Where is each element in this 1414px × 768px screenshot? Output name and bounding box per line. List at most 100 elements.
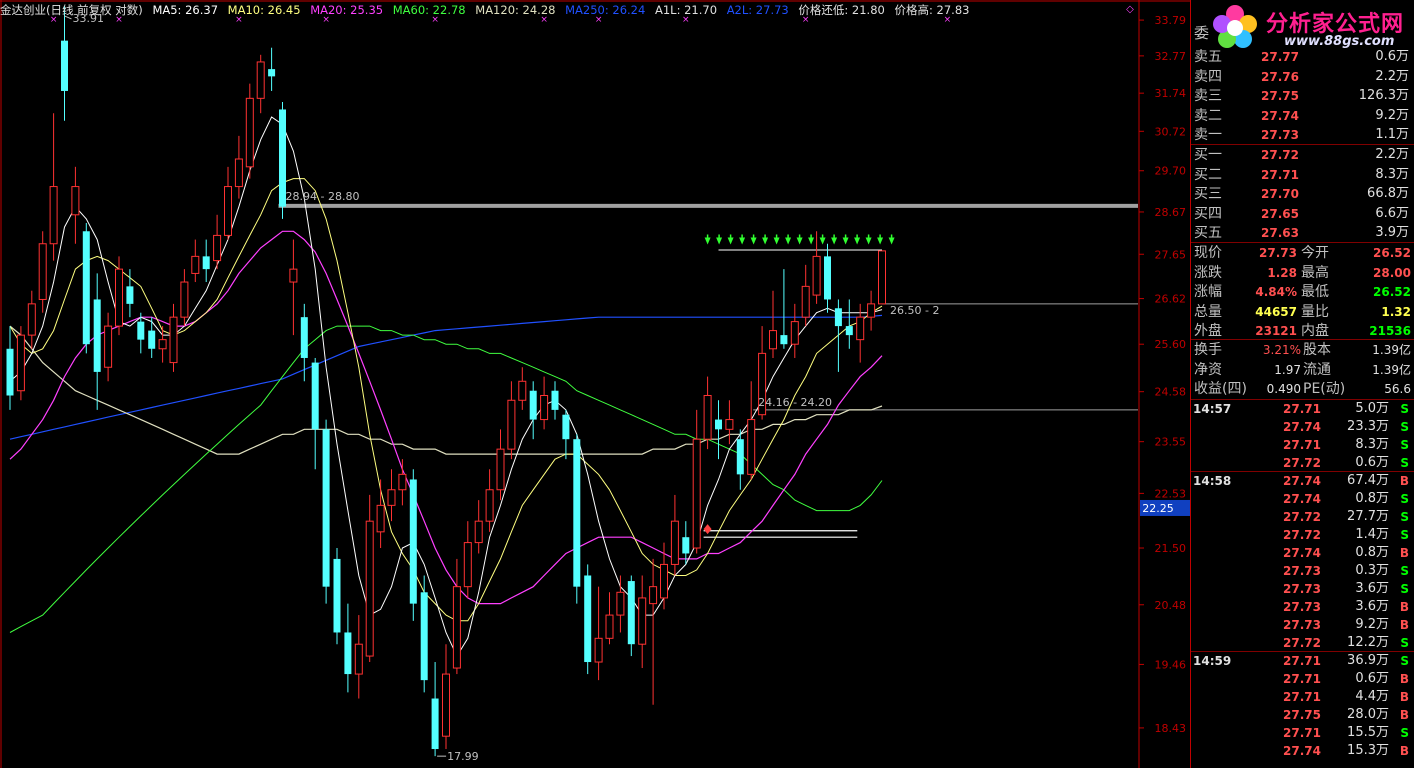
bid-volume: 66.8万 xyxy=(1367,186,1409,201)
ask-label: 卖三 xyxy=(1194,88,1222,104)
candle-body xyxy=(485,489,494,522)
candle-body xyxy=(834,308,842,327)
tick-side: S xyxy=(1400,564,1409,578)
tick-volume: 0.8万 xyxy=(1355,491,1389,506)
quote-label: 最低 xyxy=(1301,284,1329,300)
candle-body xyxy=(725,419,734,430)
quote-value: 28.00 xyxy=(1373,265,1411,280)
tick-price: 27.71 xyxy=(1283,402,1321,416)
ask-volume: 9.2万 xyxy=(1375,107,1409,123)
tick-row: 27.74 15.3万 B xyxy=(1191,742,1414,760)
tick-price: 27.73 xyxy=(1283,600,1321,614)
candle-body xyxy=(180,281,189,318)
tick-price: 27.71 xyxy=(1283,654,1321,668)
candle-body xyxy=(463,542,472,588)
candle-body xyxy=(234,158,243,188)
site-logo: 分析家公式网 www.88gs.com xyxy=(1212,2,1412,54)
candle-body xyxy=(660,563,668,599)
tick-price: 27.71 xyxy=(1283,438,1321,452)
candle-body xyxy=(431,698,439,750)
quote-value: 26.52 xyxy=(1373,246,1411,260)
tick-price: 27.72 xyxy=(1283,528,1321,542)
candle-body xyxy=(148,330,156,349)
fundamental-label: 净资 xyxy=(1194,361,1222,378)
bid-label: 买一 xyxy=(1194,147,1222,163)
candle-body xyxy=(38,243,47,300)
tick-volume: 3.6万 xyxy=(1355,581,1389,596)
ask-label: 卖四 xyxy=(1194,68,1222,85)
candle-body xyxy=(27,303,36,336)
quote-label: 今开 xyxy=(1301,245,1329,261)
tick-side: S xyxy=(1400,420,1409,434)
logo-url[interactable]: www.88gs.com xyxy=(1284,34,1394,49)
candle-body xyxy=(507,399,516,450)
signal-arrow-icon xyxy=(865,237,872,245)
bid-price: 27.63 xyxy=(1261,226,1299,240)
bid-label: 买二 xyxy=(1194,166,1222,183)
tick-side: S xyxy=(1400,402,1409,416)
bid-label: 买五 xyxy=(1194,225,1222,241)
candle-body xyxy=(245,97,254,168)
candle-body xyxy=(387,489,396,506)
tick-price: 27.74 xyxy=(1283,744,1321,758)
current-price-label: 22.25 xyxy=(1142,502,1174,515)
ma60-label: MA60: 22.78 xyxy=(392,3,466,17)
candle-body xyxy=(268,69,276,77)
price-axis-label: 18.43 xyxy=(1155,722,1187,735)
candle-body xyxy=(376,504,385,533)
candle-body xyxy=(715,419,722,430)
candle-body xyxy=(126,286,134,304)
price-axis-label: 21.50 xyxy=(1155,542,1187,555)
tick-time: 14:57 xyxy=(1193,402,1232,416)
tick-row: 27.74 23.3万 S xyxy=(1191,418,1414,436)
tick-price: 27.75 xyxy=(1283,708,1321,722)
fundamental-label: 换手 xyxy=(1194,342,1222,358)
candle-body xyxy=(322,429,330,587)
candle-body xyxy=(93,299,101,372)
fundamental-value: 1.39亿 xyxy=(1372,343,1411,357)
tick-volume: 5.0万 xyxy=(1355,401,1389,416)
bid-volume: 8.3万 xyxy=(1375,166,1409,182)
tick-row: 14:58 27.74 67.4万 B xyxy=(1191,472,1414,490)
band-label: 28.94 - 28.80 xyxy=(286,190,360,203)
price-axis-label: 29.70 xyxy=(1155,165,1187,178)
tick-time: 14:58 xyxy=(1193,474,1232,488)
candle-body xyxy=(213,234,222,262)
flower-logo-icon xyxy=(1213,5,1257,48)
tick-row: 27.71 4.4万 B xyxy=(1191,688,1414,706)
candle-body xyxy=(398,473,407,491)
tick-price: 27.73 xyxy=(1283,618,1321,632)
price-axis-label: 26.62 xyxy=(1155,293,1187,306)
low-price-label: 17.99 xyxy=(447,750,479,763)
ask-row: 卖二 27.74 9.2万 xyxy=(1191,107,1414,125)
tick-row: 14:59 27.71 36.9万 S xyxy=(1191,652,1414,670)
tick-volume: 0.3万 xyxy=(1355,563,1389,578)
ma5-label: MA5: 26.37 xyxy=(152,3,219,17)
candle-body xyxy=(780,335,788,345)
fundamental-label: 收益(四) xyxy=(1194,381,1247,397)
resistance-band xyxy=(278,203,1138,208)
tick-price: 27.74 xyxy=(1283,474,1321,488)
tick-row: 27.73 3.6万 B xyxy=(1191,598,1414,616)
tick-row: 14:57 27.71 5.0万 S xyxy=(1191,400,1414,418)
quote-label: 现价 xyxy=(1194,245,1222,261)
tick-volume: 9.2万 xyxy=(1355,617,1389,632)
candle-body xyxy=(137,321,145,340)
kline-chart[interactable]: 33.79 32.77 31.74 30.72 29.70 28.67 27.65 26.62… xyxy=(0,0,1190,768)
kline-svg[interactable]: 33.79 32.77 31.74 30.72 29.70 28.67 27.65 26.62… xyxy=(0,0,1190,768)
candle-body xyxy=(638,597,647,645)
price-high-label: 价格高: 27.83 xyxy=(894,3,970,17)
candle-body xyxy=(16,334,25,392)
signal-arrow-icon xyxy=(808,237,815,245)
candle-body xyxy=(584,575,592,663)
tick-price: 27.74 xyxy=(1283,492,1321,506)
tick-row: 27.71 8.3万 S xyxy=(1191,436,1414,454)
candle-body xyxy=(202,256,210,270)
tick-price: 27.73 xyxy=(1283,582,1321,596)
fundamental-value: 3.21% xyxy=(1262,343,1301,357)
quote-label: 涨幅 xyxy=(1194,284,1222,300)
candle-body xyxy=(790,321,799,345)
tick-price: 27.72 xyxy=(1283,456,1321,470)
tick-side: S xyxy=(1400,492,1409,506)
candle-body xyxy=(409,479,417,604)
